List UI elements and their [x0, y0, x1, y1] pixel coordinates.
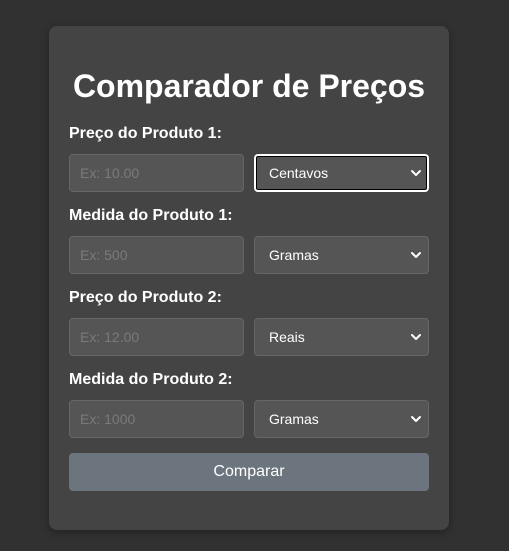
price-2-row: Reais: [69, 318, 429, 356]
measure-2-unit-select[interactable]: Gramas: [254, 400, 429, 438]
measure-1-unit-select[interactable]: Gramas: [254, 236, 429, 274]
measure-2-label: Medida do Produto 2:: [69, 371, 233, 388]
price-2-input[interactable]: [69, 318, 244, 356]
price-2-label: Preço do Produto 2:: [69, 289, 222, 306]
page-title: Comparador de Preços: [72, 68, 426, 104]
measure-2-row: Gramas: [69, 400, 429, 438]
price-1-input[interactable]: [69, 154, 244, 192]
price-1-unit-value: Centavos: [269, 165, 329, 181]
comparator-card: Comparador de Preços Preço do Produto 1:…: [49, 26, 449, 530]
measure-1-label: Medida do Produto 1:: [69, 207, 233, 224]
compare-button[interactable]: Comparar: [69, 453, 429, 491]
price-2-unit-select[interactable]: Reais: [254, 318, 429, 356]
price-1-unit-select[interactable]: Centavos: [254, 154, 429, 192]
measure-1-input[interactable]: [69, 236, 244, 274]
chevron-down-icon: [411, 334, 421, 340]
price-1-row: Centavos: [69, 154, 429, 192]
chevron-down-icon: [411, 170, 421, 176]
chevron-down-icon: [411, 416, 421, 422]
price-1-label: Preço do Produto 1:: [69, 125, 222, 142]
measure-2-input[interactable]: [69, 400, 244, 438]
measure-1-row: Gramas: [69, 236, 429, 274]
chevron-down-icon: [411, 252, 421, 258]
price-2-unit-value: Reais: [269, 329, 305, 345]
measure-2-unit-value: Gramas: [269, 411, 319, 427]
measure-1-unit-value: Gramas: [269, 247, 319, 263]
